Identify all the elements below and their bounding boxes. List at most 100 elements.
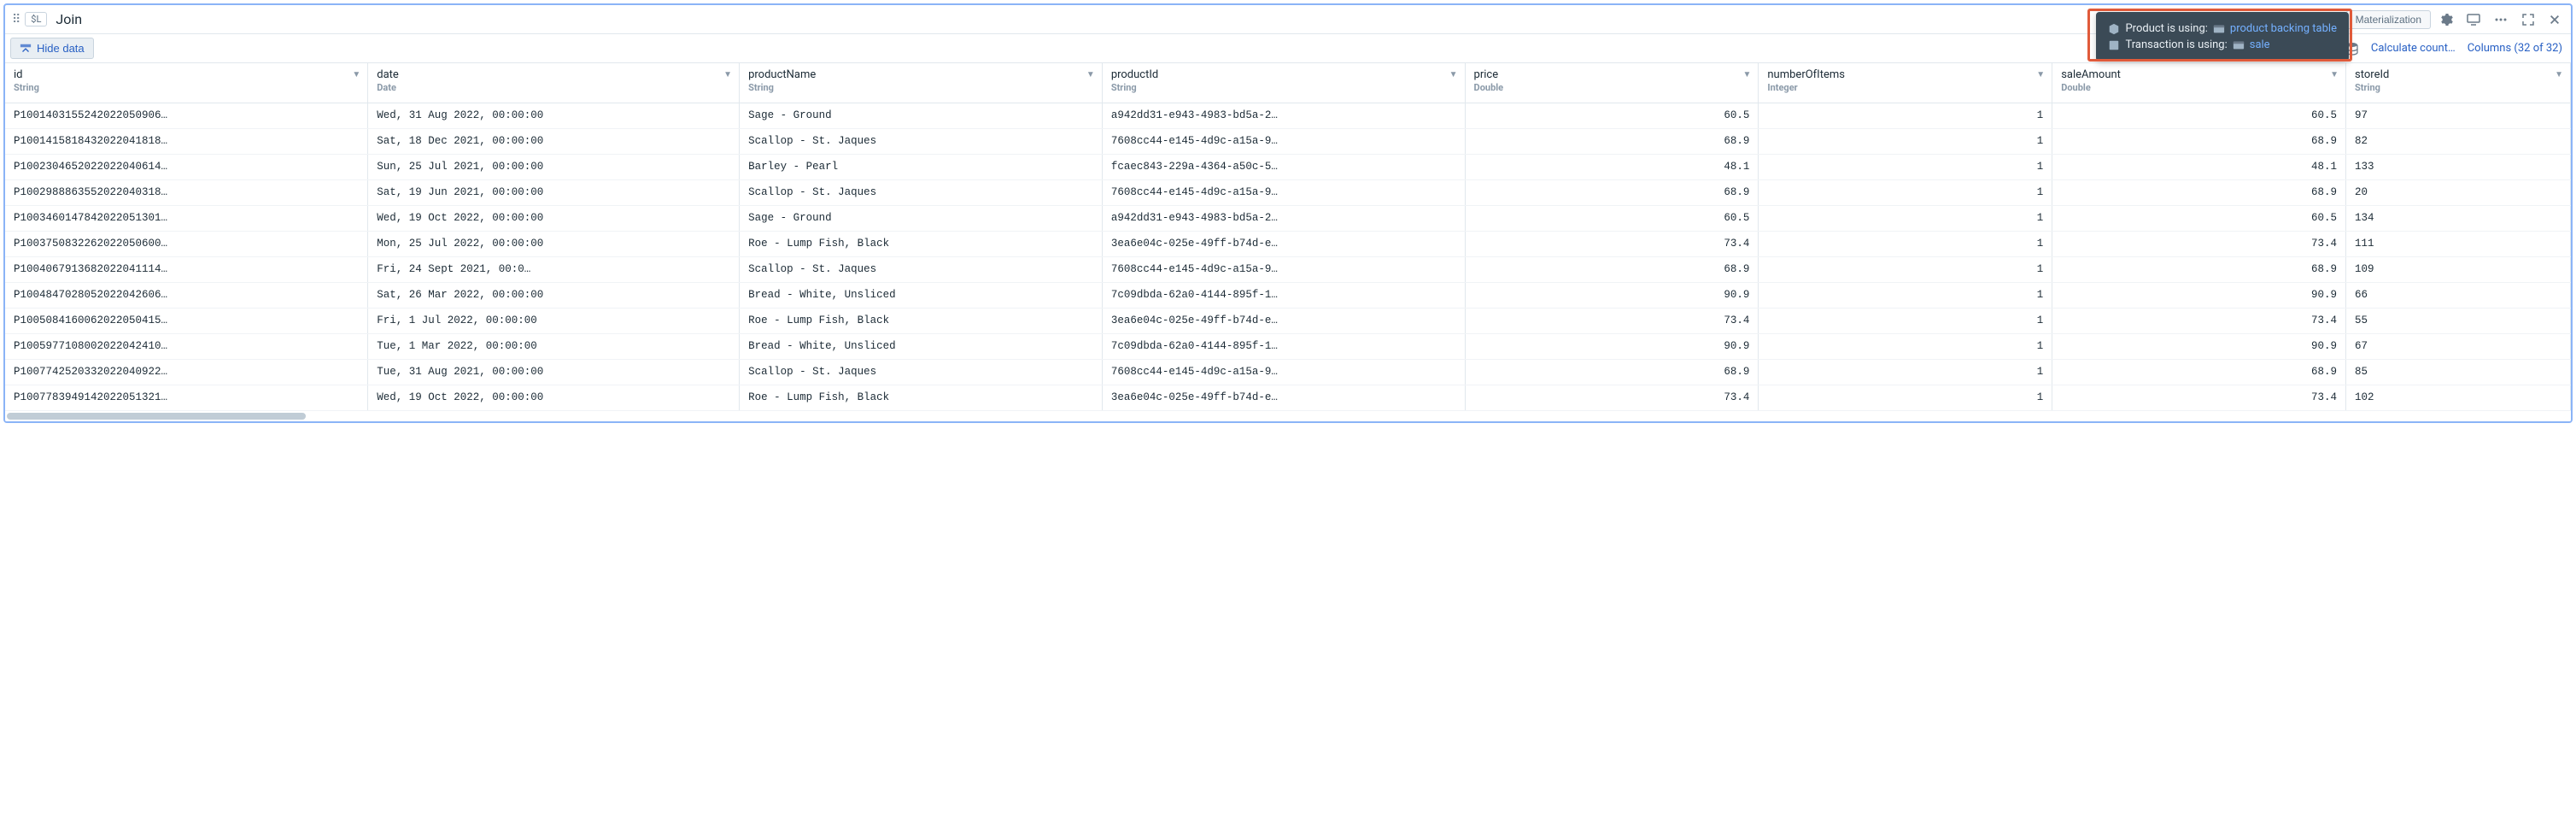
table-cell: P1004847028052022042606… xyxy=(5,282,368,308)
columns-link[interactable]: Columns (32 of 32) xyxy=(2468,42,2562,55)
table-cell: Sat, 18 Dec 2021, 00:00:00 xyxy=(368,128,740,154)
table-cell: 1 xyxy=(1759,256,2052,282)
table-cell: 1 xyxy=(1759,128,2052,154)
table-cell: Roe - Lump Fish, Black xyxy=(740,231,1103,256)
table-cell: 73.4 xyxy=(2052,231,2346,256)
table-row[interactable]: P1005084160062022050415…Fri, 1 Jul 2022,… xyxy=(5,308,2571,333)
table-row[interactable]: P1005977108002022042410…Tue, 1 Mar 2022,… xyxy=(5,333,2571,359)
table-cell: Scallop - St. Jaques xyxy=(740,179,1103,205)
calculate-count-link[interactable]: Calculate count… xyxy=(2371,42,2456,55)
chevron-down-icon[interactable]: ▼ xyxy=(1449,70,1458,79)
table-cell: 85 xyxy=(2346,359,2571,385)
expand-icon[interactable] xyxy=(2516,9,2540,30)
column-header-date[interactable]: dateDate▼ xyxy=(368,63,740,103)
table-cell: 3ea6e04c-025e-49ff-b74d-e… xyxy=(1102,231,1465,256)
table-row[interactable]: P1003460147842022051301…Wed, 19 Oct 2022… xyxy=(5,205,2571,231)
hide-data-button[interactable]: Hide data xyxy=(10,38,94,59)
tooltip-row-transaction: Transaction is using: sale xyxy=(2108,37,2337,53)
table-cell: P1002988863552022040318… xyxy=(5,179,368,205)
hide-data-label: Hide data xyxy=(37,42,85,55)
table-cell: 20 xyxy=(2346,179,2571,205)
tooltip-row-product: Product is using: product backing table xyxy=(2108,21,2337,37)
table-cell: Sage - Ground xyxy=(740,205,1103,231)
chevron-down-icon[interactable]: ▼ xyxy=(2555,70,2563,79)
chevron-down-icon[interactable]: ▼ xyxy=(352,70,360,79)
column-type: String xyxy=(2355,82,2563,93)
table-cell: 7608cc44-e145-4d9c-a15a-9… xyxy=(1102,179,1465,205)
monitor-icon[interactable] xyxy=(2462,9,2485,30)
table-cell: 82 xyxy=(2346,128,2571,154)
table-cell: P1003750832262022050600… xyxy=(5,231,368,256)
column-header-productId[interactable]: productIdString▼ xyxy=(1102,63,1465,103)
tooltip-product-label: Product is using: xyxy=(2125,22,2207,35)
table-cell: 1 xyxy=(1759,282,2052,308)
column-type: Double xyxy=(1474,82,1752,93)
close-icon[interactable] xyxy=(2544,10,2566,29)
materialization-button[interactable]: Materialization xyxy=(2346,10,2431,29)
table-row[interactable]: P1003750832262022050600…Mon, 25 Jul 2022… xyxy=(5,231,2571,256)
sl-badge: $L xyxy=(25,12,47,26)
table-row[interactable]: P1002304652022022040614…Sun, 25 Jul 2021… xyxy=(5,154,2571,179)
table-cell: a942dd31-e943-4983-bd5a-2… xyxy=(1102,205,1465,231)
table-cell: Bread - White, Unsliced xyxy=(740,282,1103,308)
table-row[interactable]: P1001403155242022050906…Wed, 31 Aug 2022… xyxy=(5,103,2571,128)
table-row[interactable]: P1004067913682022041114…Fri, 24 Sept 202… xyxy=(5,256,2571,282)
more-icon[interactable] xyxy=(2489,9,2513,30)
chevron-down-icon[interactable]: ▼ xyxy=(2036,70,2045,79)
table-cell: Scallop - St. Jaques xyxy=(740,256,1103,282)
chevron-down-icon[interactable]: ▼ xyxy=(2330,70,2339,79)
table-row[interactable]: P1001415818432022041818…Sat, 18 Dec 2021… xyxy=(5,128,2571,154)
column-type: Integer xyxy=(1767,82,2045,93)
table-cell: 1 xyxy=(1759,385,2052,410)
table-cell: P1004067913682022041114… xyxy=(5,256,368,282)
table-cell: 1 xyxy=(1759,333,2052,359)
drag-handle-icon[interactable]: ⠿ xyxy=(10,13,21,26)
table-cell: 1 xyxy=(1759,308,2052,333)
table-cell: Sage - Ground xyxy=(740,103,1103,128)
chevron-down-icon[interactable]: ▼ xyxy=(723,70,732,79)
table-cell: Sat, 19 Jun 2021, 00:00:00 xyxy=(368,179,740,205)
tooltip-transaction-link[interactable]: sale xyxy=(2250,38,2270,51)
scrollbar-thumb[interactable] xyxy=(7,413,306,420)
table-cell: 68.9 xyxy=(2052,128,2346,154)
panel-title: Join xyxy=(50,11,82,27)
tooltip-transaction-label: Transaction is using: xyxy=(2125,38,2227,51)
table-cell: 134 xyxy=(2346,205,2571,231)
column-header-storeId[interactable]: storeIdString ▼ xyxy=(2346,63,2571,103)
table-row[interactable]: P1002988863552022040318…Sat, 19 Jun 2021… xyxy=(5,179,2571,205)
table-row[interactable]: P1004847028052022042606…Sat, 26 Mar 2022… xyxy=(5,282,2571,308)
column-header-id[interactable]: idString▼ xyxy=(5,63,368,103)
table-row[interactable]: P1007783949142022051321…Wed, 19 Oct 2022… xyxy=(5,385,2571,410)
column-name: storeId xyxy=(2355,68,2563,81)
chevron-down-icon[interactable]: ▼ xyxy=(1086,70,1095,79)
tooltip-product-link[interactable]: product backing table xyxy=(2230,22,2337,35)
column-header-numberOfItems[interactable]: numberOfItemsInteger▼ xyxy=(1759,63,2052,103)
column-header-productName[interactable]: productNameString▼ xyxy=(740,63,1103,103)
table-cell: 68.9 xyxy=(1465,179,1759,205)
column-header-saleAmount[interactable]: saleAmountDouble▼ xyxy=(2052,63,2346,103)
table-cell: Wed, 19 Oct 2022, 00:00:00 xyxy=(368,205,740,231)
table-icon xyxy=(2233,39,2245,51)
table-cell: 60.5 xyxy=(2052,205,2346,231)
table-cell: 68.9 xyxy=(2052,179,2346,205)
table-cell: 73.4 xyxy=(1465,231,1759,256)
table-cell: Fri, 24 Sept 2021, 00:0… xyxy=(368,256,740,282)
table-cell: 7c09dbda-62a0-4144-895f-1… xyxy=(1102,333,1465,359)
column-header-price[interactable]: priceDouble ▼ xyxy=(1465,63,1759,103)
column-name: price xyxy=(1474,68,1752,81)
table-cell: 1 xyxy=(1759,231,2052,256)
table-cell: 67 xyxy=(2346,333,2571,359)
column-type: Double xyxy=(2061,82,2339,93)
table-cell: 90.9 xyxy=(2052,282,2346,308)
table-row[interactable]: P1007742520332022040922…Tue, 31 Aug 2021… xyxy=(5,359,2571,385)
table-cell: 3ea6e04c-025e-49ff-b74d-e… xyxy=(1102,308,1465,333)
table-cell: 73.4 xyxy=(2052,385,2346,410)
column-type: String xyxy=(14,82,360,93)
horizontal-scrollbar[interactable] xyxy=(5,411,2571,421)
table-cell: P1002304652022022040614… xyxy=(5,154,368,179)
table-cell: Bread - White, Unsliced xyxy=(740,333,1103,359)
chevron-down-icon[interactable]: ▼ xyxy=(1742,70,1751,79)
column-name: date xyxy=(377,68,732,81)
table-cell: P1003460147842022051301… xyxy=(5,205,368,231)
gear-icon[interactable] xyxy=(2434,9,2458,30)
